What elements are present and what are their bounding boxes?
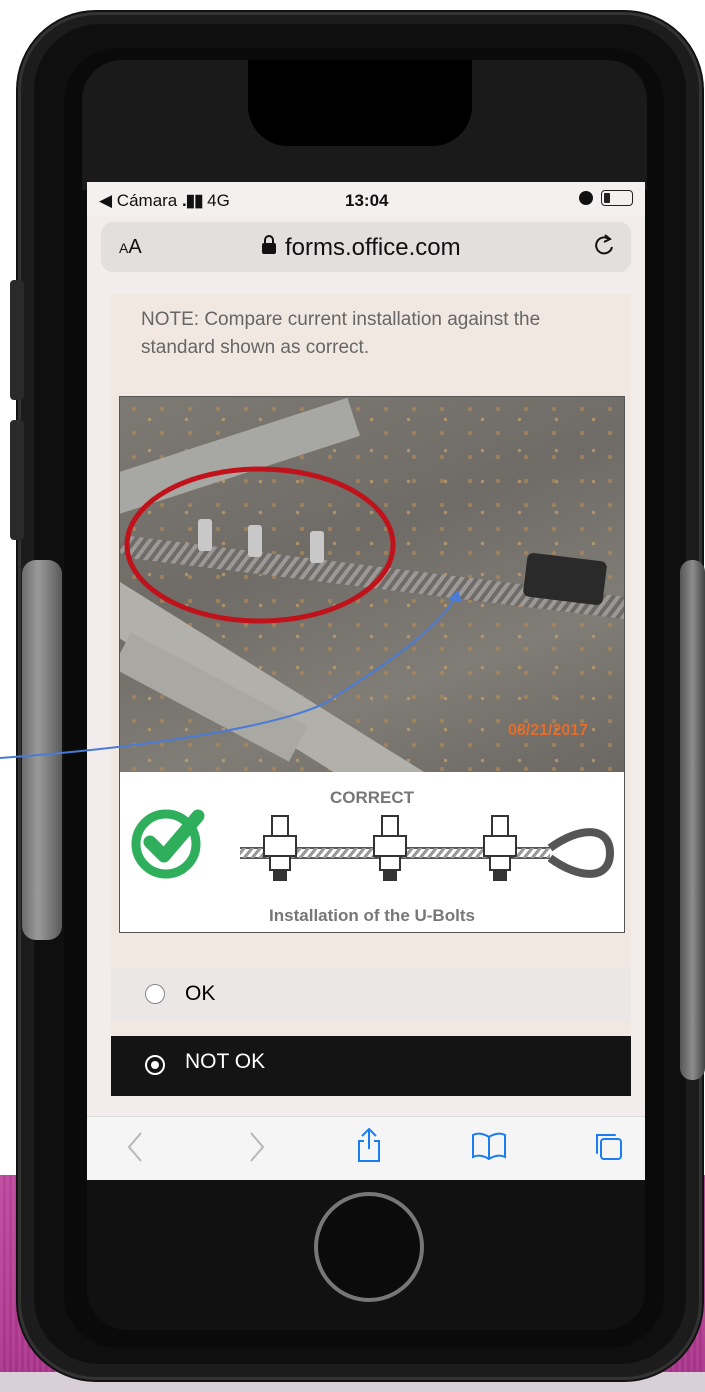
status-bar: ◀ Cámara .▮▮ 4G 13:04 [87,182,645,216]
lock-icon [261,234,277,262]
left-grip [22,560,62,940]
home-button[interactable] [314,1192,424,1302]
right-grip [680,560,705,1080]
question-note: NOTE: Compare current installation again… [141,309,541,358]
back-icon[interactable] [125,1131,145,1171]
url-display[interactable]: forms.office.com [261,234,461,262]
check-icon [131,809,205,879]
domain-text: forms.office.com [285,234,461,261]
answer-option-not-ok[interactable]: NOT OK [111,1036,631,1096]
speaker-notch [248,60,472,146]
answer-option-ok[interactable]: OK [111,968,631,1022]
status-left: ◀ Cámara .▮▮ 4G [99,191,230,211]
u-bolt-drawing [240,815,615,881]
signal-icon: .▮▮ [182,191,203,210]
radio-ok[interactable] [145,984,165,1004]
diagram-caption: Installation of the U-Bolts [269,906,475,925]
phone-screen: ◀ Cámara .▮▮ 4G 13:04 AA forms.office.co… [87,182,645,1180]
tabs-icon[interactable] [593,1131,623,1169]
share-icon[interactable] [355,1127,383,1171]
forward-icon[interactable] [247,1131,267,1171]
alarm-icon [579,191,593,205]
installation-photo: 08/21/2017 [119,396,625,774]
status-right [579,190,633,206]
browser-toolbar [87,1116,645,1180]
question-card: NOTE: Compare current installation again… [111,294,631,1042]
reload-icon[interactable] [591,232,617,267]
clock: 13:04 [345,191,389,210]
text-size-button[interactable]: AA [119,236,142,259]
answer-label-not-ok: NOT OK [185,1050,266,1073]
answer-label-ok: OK [185,982,216,1005]
highlight-circle [124,466,396,624]
battery-icon [601,190,633,206]
volume-up-button [10,280,24,400]
network-type: 4G [207,191,230,210]
back-to-app-link[interactable]: ◀ Cámara [99,191,177,210]
address-bar[interactable]: AA forms.office.com [101,222,631,272]
correct-diagram: CORRECT Installation of the U-Bolts [119,772,625,933]
radio-not-ok[interactable] [145,1055,165,1075]
volume-down-button [10,420,24,540]
book-icon[interactable] [471,1131,507,1169]
